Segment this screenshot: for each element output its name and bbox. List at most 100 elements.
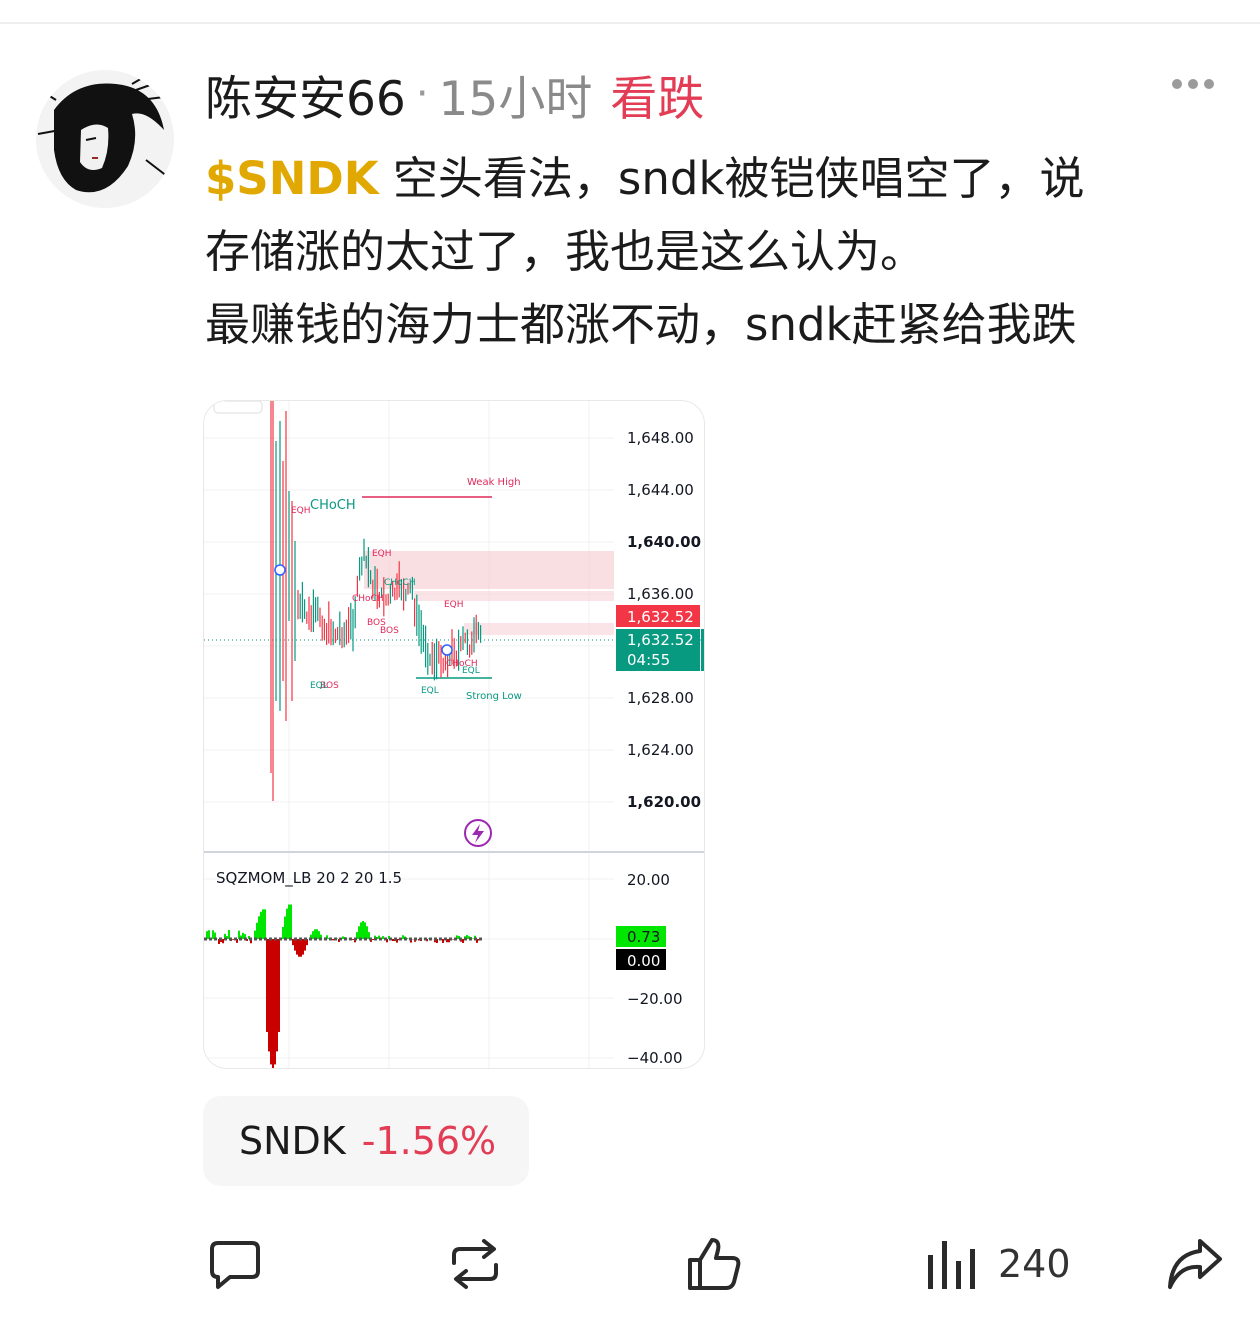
supply-zone-3	[464, 623, 614, 635]
label-eql-1: EQL	[421, 686, 439, 696]
label-eqh-2: EQH	[372, 549, 392, 559]
indicator-name: SQZMOM_LB 20 2 20 1.5	[216, 869, 402, 888]
label-bos-2: BOS	[380, 626, 399, 636]
histogram-bar	[262, 909, 264, 939]
current-price-tag: 1,632.52	[627, 608, 694, 626]
label-choch-main: CHoCH	[310, 498, 356, 513]
last-price-tag: 1,632.52	[627, 631, 694, 649]
histogram-bar	[360, 922, 362, 939]
histogram-bar	[294, 939, 296, 951]
histogram-bar	[274, 939, 276, 1065]
histogram-bar	[372, 939, 374, 940]
repost-button[interactable]	[446, 1236, 504, 1292]
username[interactable]: 陈安安66	[205, 60, 406, 129]
comment-button[interactable]	[208, 1236, 262, 1292]
like-icon	[688, 1238, 741, 1290]
signal-marker-1	[274, 564, 286, 576]
label-eqh-3: EQH	[444, 600, 464, 610]
histogram-bar	[292, 939, 294, 946]
histogram-bar	[364, 922, 366, 939]
price-tick: 1,640.00	[627, 533, 701, 551]
histogram-bar	[212, 930, 214, 939]
label-eql-3: EQL	[462, 666, 480, 676]
lightning-icon[interactable]	[464, 819, 492, 847]
histogram-bar	[392, 939, 394, 942]
price-tick: 1,644.00	[627, 481, 694, 499]
histogram-bar	[452, 939, 454, 940]
share-icon	[1168, 1239, 1222, 1289]
histogram-bar	[278, 939, 280, 1032]
chart-canvas: Weak High Strong Low CHoCH EQH EQH EQH C…	[204, 401, 704, 1068]
countdown-tag: 04:55	[627, 651, 670, 669]
like-button[interactable]	[686, 1236, 742, 1292]
post-time: 15小时	[438, 71, 593, 127]
indicator-tick: −20.00	[627, 990, 683, 1008]
chart-corner-tab	[213, 401, 263, 414]
price-tick: 1,648.00	[627, 429, 694, 447]
histogram-bar	[222, 939, 224, 944]
histogram-bar	[352, 939, 354, 940]
histogram-bar	[298, 939, 300, 957]
histogram-bar	[366, 926, 368, 939]
histogram-bar	[270, 939, 272, 1065]
price-tick: 1,628.00	[627, 689, 694, 707]
indicator-zero-tag: 0.00	[627, 952, 660, 970]
histogram-bar	[232, 939, 234, 940]
histogram-bar	[276, 939, 278, 1052]
post-line-1: $SNDK 空头看法，sndk被铠侠唱空了，说	[205, 142, 1225, 215]
histogram-bar	[256, 922, 258, 939]
post-line-3: 最赚钱的海力士都涨不动，sndk赶紧给我跌	[205, 298, 1077, 351]
label-strong-low: Strong Low	[466, 691, 522, 702]
label-eql-2: EQL	[310, 681, 328, 691]
chip-change: -1.56%	[361, 1119, 497, 1163]
histogram-bar	[266, 939, 268, 1032]
histogram-bar	[362, 921, 364, 939]
share-button[interactable]	[1166, 1236, 1224, 1292]
histogram-bar	[296, 939, 298, 955]
histogram-bar	[332, 939, 334, 941]
histogram-bar	[284, 916, 286, 939]
chip-symbol: SNDK	[239, 1119, 346, 1163]
histogram-bar	[268, 939, 270, 1052]
separator-dot: ·	[415, 71, 429, 117]
sentiment-badge: 看跌	[610, 71, 705, 127]
histogram-bar	[462, 939, 464, 943]
top-divider	[0, 22, 1260, 24]
chart-image[interactable]: Weak High Strong Low CHoCH EQH EQH EQH C…	[203, 400, 705, 1069]
histogram-bar	[382, 936, 384, 939]
post-body: $SNDK 空头看法，sndk被铠侠唱空了，说 存储涨的太过了，我也是这么认为。…	[205, 142, 1225, 361]
momentum-histogram	[206, 904, 482, 1068]
avatar[interactable]	[36, 70, 174, 208]
indicator-value-tag: 0.73	[627, 928, 660, 946]
repost-icon	[452, 1239, 498, 1289]
histogram-bar	[242, 932, 244, 939]
label-weak-high: Weak High	[467, 477, 521, 488]
histogram-bar	[264, 909, 266, 939]
histogram-bar	[472, 938, 474, 939]
label-choch-3: CHoCH	[352, 594, 384, 604]
post-text-1: 空头看法，sndk被铠侠唱空了，说	[378, 152, 1085, 205]
post-line-2: 存储涨的太过了，我也是这么认为。	[205, 225, 926, 278]
histogram-bar	[442, 939, 444, 943]
price-tick: 1,636.00	[627, 585, 694, 603]
histogram-bar	[272, 939, 274, 1068]
price-tick: 1,620.00	[627, 793, 701, 811]
histogram-bar	[402, 935, 404, 939]
stock-chip[interactable]: SNDK -1.56%	[203, 1096, 529, 1186]
histogram-bar	[258, 916, 260, 939]
ticker-link[interactable]: $SNDK	[205, 152, 379, 205]
indicator-tick: 20.00	[627, 871, 670, 889]
chart-labels: Weak High Strong Low CHoCH EQH EQH EQH C…	[291, 477, 522, 702]
chart-grid	[204, 401, 614, 1068]
histogram-bar	[286, 908, 288, 939]
histogram-bar	[300, 939, 302, 957]
comment-icon	[210, 1241, 260, 1289]
histogram-bar	[312, 931, 314, 939]
histogram-bar	[358, 926, 360, 939]
views-button[interactable]: 240	[924, 1236, 1071, 1292]
last-price-edge	[701, 629, 704, 671]
histogram-bar	[290, 904, 292, 939]
histogram-bar	[342, 936, 344, 939]
more-icon[interactable]	[1172, 76, 1220, 92]
views-icon	[928, 1241, 975, 1289]
